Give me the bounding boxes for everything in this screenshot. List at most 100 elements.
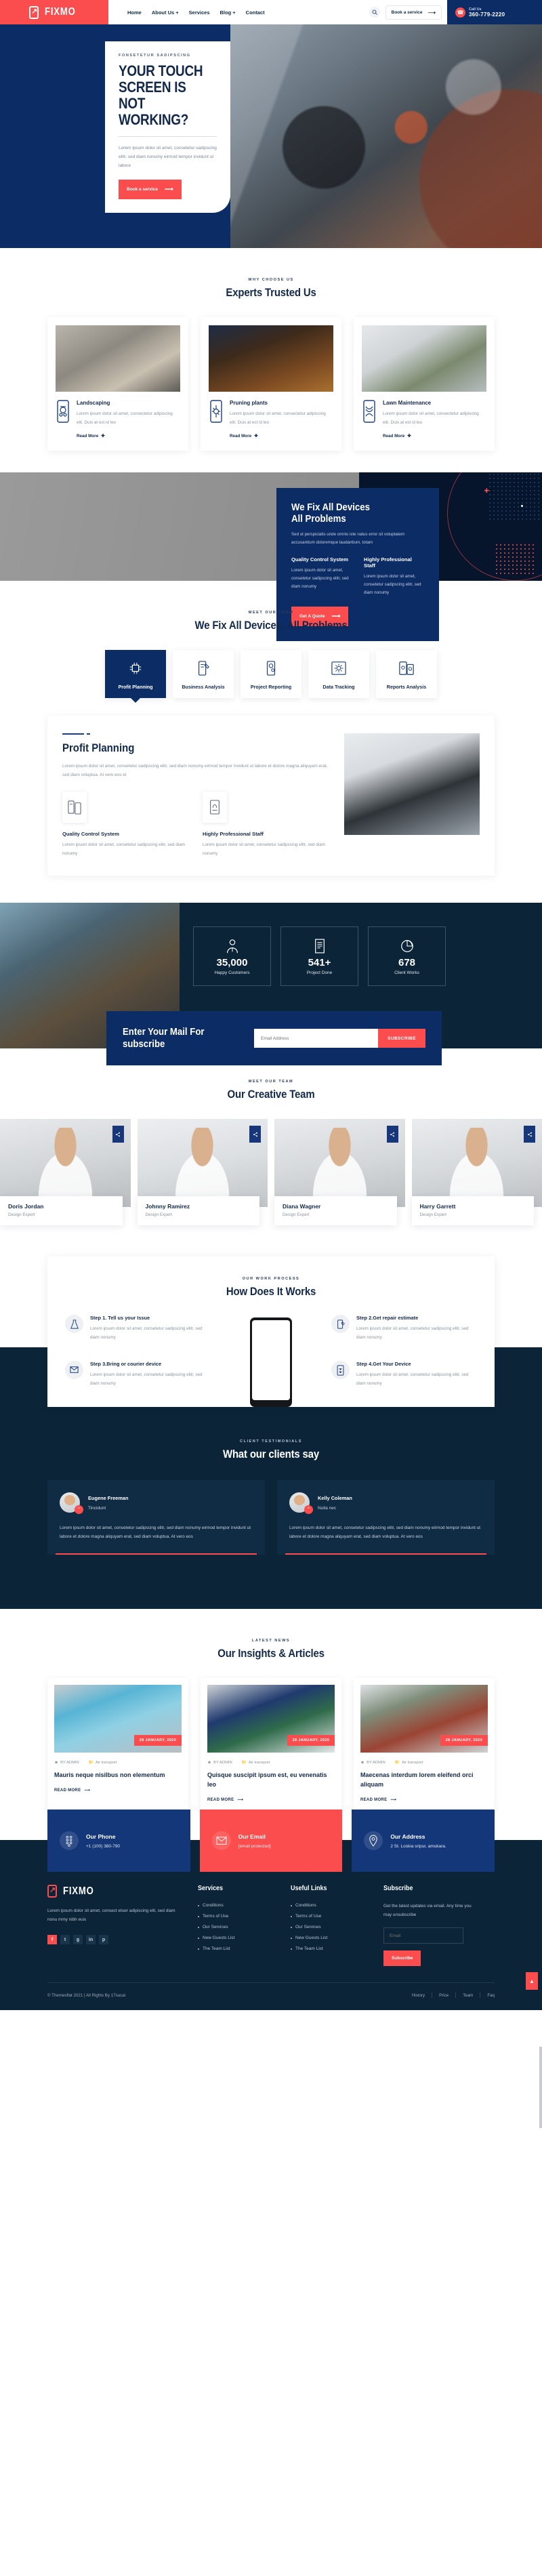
location-icon xyxy=(364,1831,383,1850)
team-eyebrow: MEET OUR TEAM xyxy=(248,1080,294,1084)
footer-link[interactable]: Terms of Use xyxy=(198,1914,276,1919)
search-icon[interactable] xyxy=(369,7,380,18)
footer-about-text: Lorem ipsum dolor sit amet, consect etue… xyxy=(47,1908,175,1922)
accent-bar xyxy=(56,1553,257,1555)
blog-card[interactable]: 28 JANUARY, 2020 ☻ BY ADMIN 📁 Air transpor… xyxy=(47,1678,188,1813)
footer-link[interactable]: New Guests List xyxy=(291,1936,369,1940)
share-icon[interactable] xyxy=(249,1126,261,1143)
blog-read-more[interactable]: READ MORE ⟶ xyxy=(207,1797,335,1803)
tab-reports-analysis[interactable]: Reports Analysis xyxy=(376,650,437,698)
footer-link[interactable]: Conditions xyxy=(198,1903,276,1908)
blog-card-title: Mauris neque nisilbus non elementum xyxy=(54,1772,165,1778)
hero-cta-button[interactable]: Book a service ⟶ xyxy=(119,180,182,199)
twitter-icon[interactable]: t xyxy=(60,1935,70,1944)
service-card[interactable]: Pruning plants Lorem ipsum dolor sit ame… xyxy=(201,317,341,451)
team-member-photo xyxy=(0,1119,131,1207)
service-card[interactable]: Lawn Maintenance Lorem ipsum dolor sit a… xyxy=(354,317,495,451)
tab-data-tracking[interactable]: Data Tracking xyxy=(308,650,369,698)
service-card-image xyxy=(209,325,333,392)
how-it-works-card: OUR WORK PROCESS How Does It Works Step … xyxy=(47,1256,495,1408)
tab-label: Business Analysis xyxy=(182,684,225,690)
blog-read-more[interactable]: READ MORE ⟶ xyxy=(54,1788,182,1793)
facebook-icon[interactable]: f xyxy=(47,1935,57,1944)
footer-logo-text: FIXMO xyxy=(63,1885,94,1897)
newsletter-email-input[interactable] xyxy=(254,1029,379,1048)
team-member[interactable]: Doris Jordan Design Expert xyxy=(0,1119,131,1225)
blog-card[interactable]: 28 JANUARY, 2020 ☻ BY ADMIN 📁 Air transpor… xyxy=(201,1678,341,1813)
phone-icon xyxy=(60,1831,79,1850)
testimonial-card: “ Kelly Coleman Nulla nec Lorem ipsum do… xyxy=(277,1480,495,1555)
footer-link[interactable]: The Team List xyxy=(291,1946,369,1951)
footer-bottom-link[interactable]: Team xyxy=(463,1993,473,1998)
blog-read-more[interactable]: READ MORE ⟶ xyxy=(360,1797,488,1803)
read-more-label: Read More xyxy=(230,434,252,438)
page-root: ↗ FIXMO Home About Us + Services Blog + … xyxy=(0,0,542,2128)
footer-link[interactable]: Conditions xyxy=(291,1903,369,1908)
linkedin-icon[interactable]: in xyxy=(86,1935,96,1944)
read-more-label: Read More xyxy=(383,434,405,438)
footer-link[interactable]: New Guests List xyxy=(198,1936,276,1940)
how-eyebrow: OUR WORK PROCESS xyxy=(242,1277,300,1281)
footer-bottom-link[interactable]: Faq xyxy=(487,1993,495,1998)
call-us-block[interactable]: ☎ Call Us 360-779-2220 xyxy=(447,0,542,24)
plus-icon: ✚ xyxy=(101,434,105,438)
how-step-title: Step 1. Tell us your Issue xyxy=(90,1315,150,1321)
back-to-top-button[interactable]: ▲ xyxy=(526,1972,538,1990)
tab-profit-planning[interactable]: Profit Planning xyxy=(105,650,166,698)
read-more-link[interactable]: Read More ✚ xyxy=(230,434,333,438)
nav-item-services[interactable]: Services xyxy=(189,9,210,16)
fix-feature-title: Quality Control System xyxy=(291,556,348,563)
mail-icon xyxy=(211,1831,231,1850)
share-icon[interactable] xyxy=(386,1126,398,1143)
nav-item-blog[interactable]: Blog + xyxy=(220,9,236,16)
folder-icon: 📁 xyxy=(241,1761,247,1765)
contact-card-phone[interactable]: Our Phone +1 (100) 380-790 xyxy=(47,1810,190,1872)
logo[interactable]: ↗ FIXMO xyxy=(0,0,108,24)
service-card-text: Lorem ipsum dolor sit amet, consectetur … xyxy=(77,411,173,425)
newsletter-title: Enter Your Mail For subscribe xyxy=(123,1026,224,1050)
tab-business-analysis[interactable]: Business Analysis xyxy=(173,650,234,698)
panel-feature-text: Lorem ipsum dolor sit amet, consetetur s… xyxy=(62,842,185,856)
folder-icon: 📁 xyxy=(394,1761,400,1765)
arrow-right-icon: ⟶ xyxy=(164,186,173,192)
service-card-title: Landscaping xyxy=(77,400,110,406)
blog-author: ☻ BY ADMIN xyxy=(360,1761,385,1765)
nav-item-contact[interactable]: Contact xyxy=(246,9,265,16)
footer-email-input[interactable] xyxy=(383,1927,463,1944)
team-member[interactable]: Harry Garrett Design Expert xyxy=(411,1119,542,1225)
team-member[interactable]: Diana Wagner Design Expert xyxy=(274,1119,405,1225)
nav-item-home[interactable]: Home xyxy=(127,9,142,16)
page-scrollbar[interactable] xyxy=(539,2047,542,2128)
how-phone-illustration xyxy=(211,1315,331,1408)
contact-card-address[interactable]: Our Address 2 St. Loskia sripur, amukara… xyxy=(352,1810,495,1872)
footer-link[interactable]: Our Services xyxy=(198,1925,276,1929)
footer-link[interactable]: Our Services xyxy=(291,1925,369,1929)
contact-card-email[interactable]: Our Email [email protected] xyxy=(199,1810,343,1872)
share-icon[interactable] xyxy=(524,1126,535,1143)
quote-icon: “ xyxy=(75,1505,83,1514)
footer-subscribe-button[interactable]: Subscribe xyxy=(383,1950,421,1966)
newsletter-subscribe-button[interactable]: SUBSCRIBE xyxy=(378,1029,425,1048)
footer-logo[interactable]: ↗ FIXMO xyxy=(47,1885,183,1898)
team-section: MEET OUR TEAM Our Creative Team Doris Jo… xyxy=(0,1048,542,1248)
footer-subscribe: Subscribe Get the latest updates via ema… xyxy=(383,1885,472,1966)
read-more-link[interactable]: Read More ✚ xyxy=(383,434,486,438)
footer-link[interactable]: Terms of Use xyxy=(291,1914,369,1919)
book-service-button[interactable]: Book a service ⟶ xyxy=(385,5,442,20)
tab-panel-image xyxy=(344,733,480,835)
how-step: Step 3.Bring or courier device Lorem ips… xyxy=(65,1361,211,1388)
read-more-link[interactable]: Read More ✚ xyxy=(77,434,180,438)
nav-item-about[interactable]: About Us + xyxy=(152,9,179,16)
newsletter-title-line1: Enter Your Mail For xyxy=(123,1026,205,1038)
pinterest-icon[interactable]: p xyxy=(99,1935,108,1944)
service-card[interactable]: Landscaping Lorem ipsum dolor sit amet, … xyxy=(47,317,188,451)
footer-link[interactable]: The Team List xyxy=(198,1946,276,1951)
quote-icon: “ xyxy=(304,1505,313,1514)
team-member[interactable]: Johnny Ramirez Design Expert xyxy=(137,1119,268,1225)
tab-project-reporting[interactable]: Project Reporting xyxy=(241,650,301,698)
footer-bottom-link[interactable]: Price xyxy=(439,1993,449,1998)
footer-bottom-link[interactable]: History xyxy=(412,1993,425,1998)
blog-card[interactable]: 28 JANUARY, 2020 ☻ BY ADMIN 📁 Air transpor… xyxy=(354,1678,495,1813)
share-icon[interactable] xyxy=(112,1126,124,1143)
google-icon[interactable]: g xyxy=(73,1935,83,1944)
